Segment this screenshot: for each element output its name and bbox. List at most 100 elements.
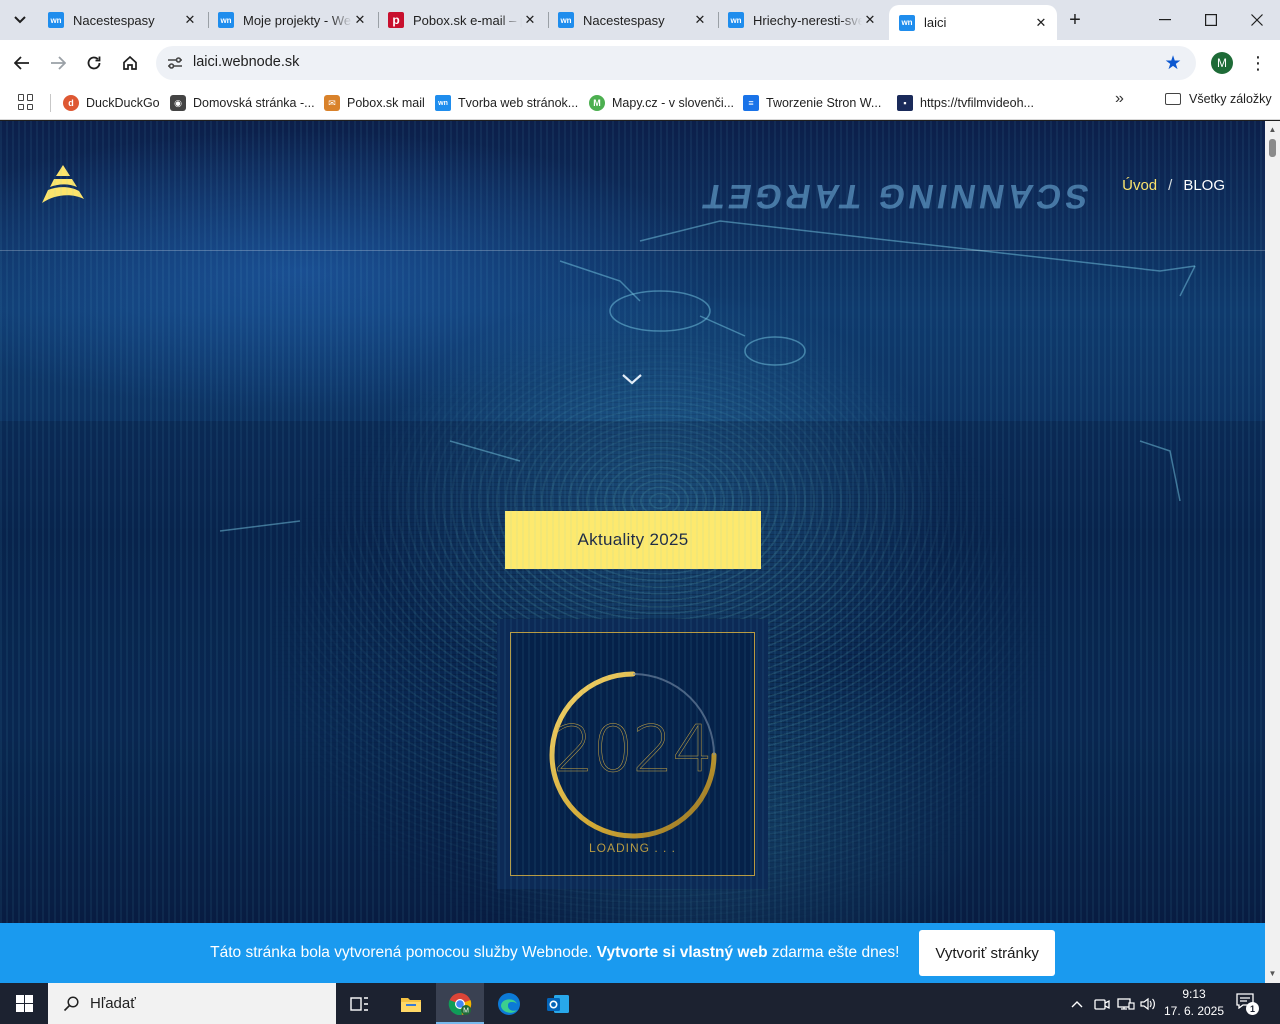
bookmark-pobox[interactable]: ✉ Pobox.sk mail — [324, 92, 425, 114]
bookmark-mapy[interactable]: M Mapy.cz - v slovenči... — [589, 92, 734, 114]
all-bookmarks-label: Všetky záložky — [1189, 92, 1272, 106]
outlook-icon[interactable] — [534, 983, 582, 1024]
maximize-icon[interactable] — [1188, 0, 1234, 40]
tab-2[interactable]: wn Moje projekty - Webnode ✕ — [208, 6, 376, 34]
reload-icon[interactable] — [78, 47, 110, 79]
tab-5[interactable]: wn Hriechy-neresti-svet ✕ — [718, 6, 886, 34]
bookmark-label: Mapy.cz - v slovenči... — [612, 96, 735, 110]
site-logo-icon[interactable] — [40, 163, 86, 207]
volume-icon[interactable] — [1138, 983, 1158, 1024]
apps-grid-icon[interactable] — [18, 94, 34, 110]
bookmark-label: Domovská stránka -... — [193, 96, 315, 110]
close-icon[interactable]: ✕ — [692, 12, 708, 28]
scroll-down-chevron-icon[interactable] — [620, 369, 644, 389]
webpage-viewport: SCANNING TARGET Úvod / BLOG Aktuality 20… — [0, 121, 1265, 983]
clock-date: 17. 6. 2025 — [1163, 1004, 1225, 1018]
pobox-icon: p — [388, 12, 404, 28]
bookmark-label: https://tvfilmvideoh... — [920, 96, 1034, 110]
ad-text: Táto stránka bola vytvorená pomocou služ… — [210, 944, 899, 962]
webnode-icon: wn — [728, 12, 744, 28]
ad-text-bold: Vytvorte si vlastný web — [596, 944, 768, 961]
back-arrow-icon[interactable] — [6, 47, 38, 79]
bookmark-star-icon[interactable]: ★ — [1162, 52, 1184, 74]
nav-link-blog[interactable]: BLOG — [1183, 177, 1225, 194]
forward-arrow-icon[interactable] — [42, 47, 74, 79]
close-icon[interactable]: ✕ — [182, 12, 198, 28]
webnode-ad-banner: Táto stránka bola vytvorená pomocou služ… — [0, 923, 1265, 983]
close-icon[interactable]: ✕ — [862, 12, 878, 28]
tab-title: Nacestespasy — [583, 12, 665, 28]
scroll-down-arrow-icon[interactable]: ▼ — [1268, 969, 1277, 978]
tab-title: Hriechy-neresti-svet — [753, 12, 862, 28]
webnode-icon: wn — [558, 12, 574, 28]
webnode-icon: wn — [48, 12, 64, 28]
more-bookmarks-chevron-icon[interactable]: » — [1115, 90, 1124, 108]
tray-chevron-icon[interactable] — [1066, 983, 1088, 1024]
bookmark-tvorba-web[interactable]: wn Tvorba web stránok... — [435, 92, 578, 114]
svg-text:M: M — [463, 1007, 469, 1014]
year-text: 2024 — [553, 713, 713, 788]
bookmark-label: DuckDuckGo — [86, 96, 160, 110]
ad-text-before: Táto stránka bola vytvorená pomocou služ… — [210, 944, 597, 961]
meet-camera-icon[interactable] — [1092, 983, 1112, 1024]
ad-text-after: zdarma ešte dnes! — [767, 944, 900, 961]
duckduckgo-icon: d — [63, 95, 79, 111]
news-image-card[interactable]: 2024 LOADING . . . — [497, 619, 768, 889]
home-icon[interactable] — [114, 47, 146, 79]
folder-icon — [1165, 93, 1181, 105]
site-settings-icon[interactable] — [166, 54, 184, 72]
scroll-up-arrow-icon[interactable]: ▲ — [1268, 125, 1277, 134]
windows-start-icon[interactable] — [0, 983, 48, 1024]
bookmark-domovska-stranka[interactable]: ◉ Domovská stránka -... — [170, 92, 315, 114]
taskbar-search-box[interactable]: Hľadať — [48, 983, 336, 1024]
webnode-icon: wn — [218, 12, 234, 28]
taskbar-clock[interactable]: 9:13 17. 6. 2025 — [1158, 986, 1230, 1020]
close-icon[interactable]: ✕ — [352, 12, 368, 28]
task-view-icon[interactable] — [336, 983, 384, 1024]
raccoon-icon: ◉ — [170, 95, 186, 111]
webnode-icon: wn — [899, 14, 915, 31]
tab-active[interactable]: wn laici ✕ — [889, 5, 1057, 40]
close-icon[interactable]: ✕ — [1033, 15, 1049, 31]
tab-3[interactable]: p Pobox.sk e-mail – pošta ✕ — [378, 6, 546, 34]
url-text: laici.webnode.sk — [193, 54, 300, 70]
pobox-icon: ✉ — [324, 95, 340, 111]
minimize-icon[interactable] — [1142, 0, 1188, 40]
edge-icon[interactable] — [485, 983, 533, 1024]
nav-separator: / — [1168, 177, 1173, 194]
scrollbar-thumb[interactable] — [1269, 139, 1276, 157]
file-explorer-icon[interactable] — [387, 983, 435, 1024]
page-scrollbar[interactable]: ▲ ▼ — [1265, 121, 1280, 983]
tab-1[interactable]: wn Nacestespasy ✕ — [38, 6, 206, 34]
aktuality-button[interactable]: Aktuality 2025 — [505, 511, 761, 569]
hud-lines-graphic — [219, 220, 1196, 532]
nav-link-home[interactable]: Úvod — [1122, 177, 1157, 194]
tab-title: laici — [924, 15, 947, 30]
bookmark-tvfilmvideo[interactable]: ▪ https://tvfilmvideoh... — [897, 92, 1034, 114]
notification-center-icon[interactable]: 1 — [1236, 993, 1259, 1015]
address-bar[interactable]: laici.webnode.sk ★ — [156, 46, 1196, 80]
webnode-icon: wn — [435, 95, 451, 111]
browser-toolbar: laici.webnode.sk ★ — [0, 40, 1280, 86]
bookmarks-divider — [50, 94, 51, 112]
chrome-icon[interactable]: M — [436, 983, 484, 1024]
loading-text: LOADING . . . — [588, 841, 676, 855]
create-site-button[interactable]: Vytvoriť stránky — [919, 930, 1055, 976]
tab-title: Nacestespasy — [73, 12, 155, 28]
tab-4[interactable]: wn Nacestespasy ✕ — [548, 6, 716, 34]
window-close-icon[interactable] — [1234, 0, 1280, 40]
network-icon[interactable] — [1115, 983, 1137, 1024]
card-frame: 2024 LOADING . . . — [510, 632, 755, 876]
close-icon[interactable]: ✕ — [522, 12, 538, 28]
clock-time: 9:13 — [1182, 987, 1206, 1001]
tab-search-chevron-icon[interactable] — [6, 6, 34, 34]
tab-title: Moje projekty - Webnode — [243, 12, 352, 28]
windows-taskbar: Hľadať M 9:13 17. 6. 2025 1 — [0, 983, 1280, 1024]
bookmark-duckduckgo[interactable]: d DuckDuckGo — [63, 92, 160, 114]
new-tab-plus-icon[interactable]: + — [1063, 8, 1087, 32]
profile-avatar[interactable]: M — [1211, 52, 1233, 74]
all-bookmarks-folder[interactable]: Všetky záložky — [1165, 92, 1272, 106]
menu-dots-icon[interactable]: ⋮ — [1248, 50, 1268, 76]
bookmark-tworzenie-stron[interactable]: ≡ Tworzenie Stron W... — [743, 92, 881, 114]
bookmarks-bar: d DuckDuckGo ◉ Domovská stránka -... ✉ P… — [0, 86, 1280, 120]
